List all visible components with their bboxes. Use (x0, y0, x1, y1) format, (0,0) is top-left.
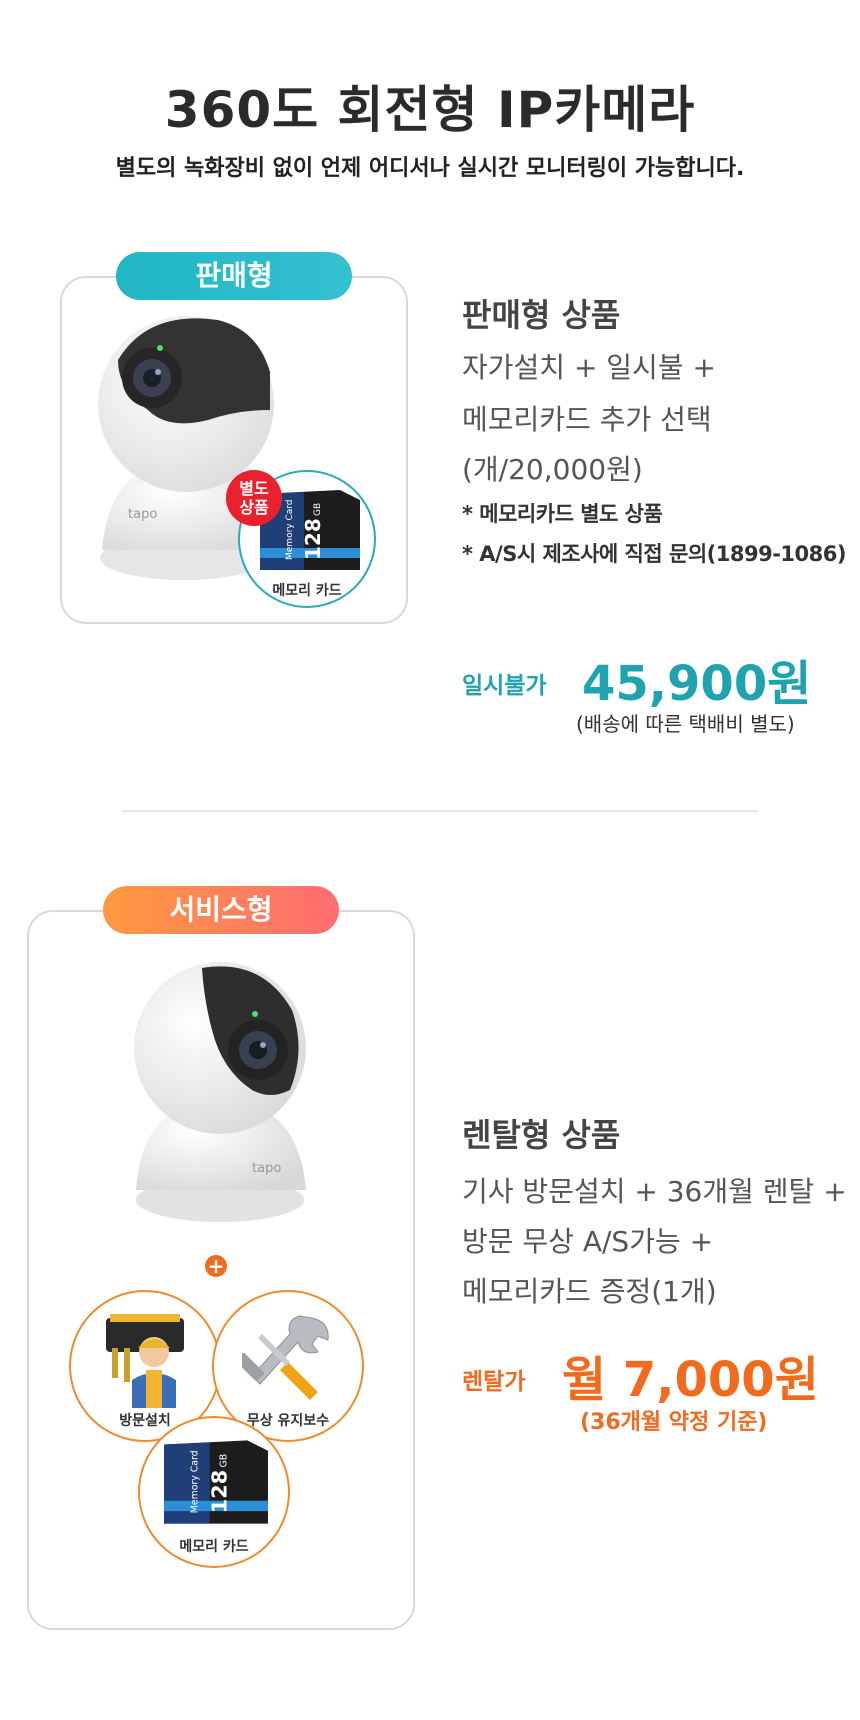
svg-text:GB: GB (313, 503, 323, 516)
svg-text:Memory Card: Memory Card (285, 499, 295, 560)
sale-price-label: 일시불가 (462, 673, 547, 699)
svg-text:Memory Card: Memory Card (189, 1450, 200, 1513)
rental-camera-image: tapo (134, 962, 306, 1222)
rental-line-2: 방문 무상 A/S가능 + (462, 1225, 714, 1258)
camera-brand-logo: tapo (128, 507, 157, 522)
rental-price-label: 렌탈가 (462, 1369, 526, 1395)
sale-type-badge: 판매형 (116, 252, 352, 300)
rental-memory-caption: 메모리 카드 (179, 1539, 249, 1555)
memory-card-caption: 메모리 카드 (272, 583, 342, 599)
memory-card-icon: Memory Card 128 GB (164, 1440, 268, 1524)
svg-text:GB: GB (218, 1454, 229, 1468)
sale-line-3: (개/20,000원) (462, 453, 643, 486)
sale-note-1: * 메모리카드 별도 상품 (462, 502, 663, 526)
sale-product-title: 판매형 상품 (462, 296, 621, 334)
rental-price: 월 7,000원 (562, 1352, 819, 1408)
separate-product-sticker: 별도 상품 (226, 470, 282, 526)
camera-brand-logo: tapo (252, 1161, 281, 1176)
page-title: 360도 회전형 IP카메라 (164, 81, 696, 139)
rental-product-title: 렌탈형 상품 (462, 1116, 621, 1154)
sale-note-2: * A/S시 제조사에 직접 문의(1899-1086) (462, 542, 846, 566)
rental-line-1: 기사 방문설치 + 36개월 렌탈 + (462, 1175, 847, 1208)
svg-text:128: 128 (301, 518, 325, 560)
plus-icon: + (205, 1255, 227, 1277)
installer-icon (106, 1314, 184, 1408)
rental-line-3: 메모리카드 증정(1개) (462, 1275, 717, 1308)
sale-line-1: 자가설치 + 일시불 + (462, 351, 716, 384)
section-divider (122, 810, 758, 812)
svg-text:128: 128 (207, 1470, 231, 1513)
page-subtitle: 별도의 녹화장비 없이 언제 어디서나 실시간 모니터링이 가능합니다. (115, 156, 745, 181)
wrench-screwdriver-icon (242, 1315, 329, 1400)
contract-note: (36개월 약정 기준) (580, 1410, 768, 1435)
sale-price: 45,900원 (582, 656, 812, 712)
shipping-note: (배송에 따른 택배비 별도) (576, 712, 795, 736)
sale-line-2: 메모리카드 추가 선택 (462, 403, 712, 436)
rental-type-badge: 서비스형 (103, 886, 339, 934)
